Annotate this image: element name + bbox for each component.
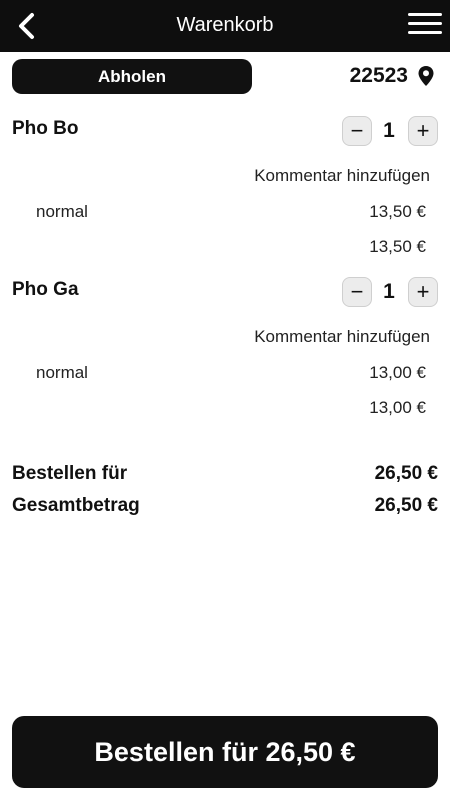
increment-quantity-button[interactable]: + (408, 116, 438, 146)
total-label: Gesamtbetrag (12, 495, 140, 516)
item-variant: normal (36, 363, 88, 382)
map-pin-icon[interactable] (418, 66, 434, 86)
increment-quantity-button[interactable]: + (408, 277, 438, 307)
quantity-value: 1 (383, 280, 395, 303)
quantity-value: 1 (383, 119, 395, 142)
hamburger-menu-icon[interactable] (408, 13, 442, 39)
add-comment-link[interactable]: Kommentar hinzufügen (254, 327, 430, 347)
order-for-label: Bestellen für (12, 463, 128, 484)
page-title: Warenkorb (176, 14, 274, 36)
pickup-mode-button[interactable]: Abholen (12, 59, 252, 94)
place-order-button[interactable]: Bestellen für 26,50 € (12, 716, 438, 788)
item-variant: normal (36, 202, 88, 221)
cart-item-name: Pho Ga (12, 279, 79, 300)
cart-item-name: Pho Bo (12, 118, 79, 139)
decrement-quantity-button[interactable]: − (342, 277, 372, 307)
variant-price: 13,00 € (369, 363, 426, 382)
top-bar: Warenkorb (0, 0, 450, 52)
item-total-price: 13,00 € (369, 398, 426, 417)
decrement-quantity-button[interactable]: − (342, 116, 372, 146)
variant-price: 13,50 € (369, 202, 426, 221)
add-comment-link[interactable]: Kommentar hinzufügen (254, 166, 430, 186)
order-for-value: 26,50 € (374, 463, 438, 484)
total-value: 26,50 € (374, 495, 438, 516)
postcode-label[interactable]: 22523 (350, 64, 408, 88)
item-total-price: 13,50 € (369, 237, 426, 256)
